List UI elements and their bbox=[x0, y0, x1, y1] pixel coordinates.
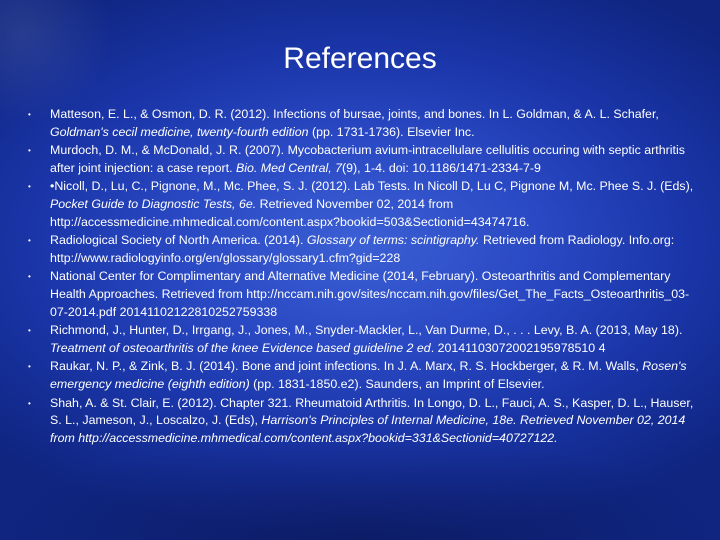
reference-italic-text: Pocket Guide to Diagnostic Tests, 6e. bbox=[50, 196, 257, 211]
reference-item: • Matteson, E. L., & Osmon, D. R. (2012).… bbox=[28, 106, 696, 141]
reference-list: • Matteson, E. L., & Osmon, D. R. (2012).… bbox=[28, 106, 696, 448]
reference-text: National Center for Complimentary and Al… bbox=[50, 269, 690, 319]
reference-item: • •Nicoll, D., Lu, C., Pignone, M., Mc. P… bbox=[28, 178, 696, 231]
reference-text: . 20141103072002195978510 4 bbox=[430, 340, 606, 355]
reference-item: • Murdoch, D. M., & McDonald, J. R. (2007… bbox=[28, 142, 696, 177]
reference-text: Matteson, E. L., & Osmon, D. R. (2012). … bbox=[50, 107, 659, 121]
bullet-marker: • bbox=[28, 146, 31, 156]
bullet-marker: • bbox=[28, 398, 31, 408]
reference-text: Radiological Society of North America. (… bbox=[50, 233, 307, 248]
reference-item: • National Center for Complimentary and A… bbox=[28, 268, 696, 321]
reference-text: (pp. 1731-1736). Elsevier Inc. bbox=[308, 124, 475, 139]
reference-italic-text: Goldman's cecil medicine, twenty-fourth … bbox=[50, 124, 309, 139]
reference-text: Raukar, N. P., & Zink, B. J. (2014). Bon… bbox=[50, 359, 643, 374]
slide-title: References bbox=[283, 42, 437, 75]
reference-text: Richmond, J., Hunter, D., Irrgang, J., J… bbox=[50, 323, 683, 338]
bullet-marker: • bbox=[28, 110, 31, 119]
reference-text: (pp. 1831-1850.e2). Saunders, an Imprint… bbox=[249, 376, 545, 391]
bullet-marker: • bbox=[28, 182, 31, 192]
reference-text: •Nicoll, D., Lu, C., Pignone, M., Mc. Ph… bbox=[50, 179, 694, 194]
reference-italic-text: Treatment of osteoarthritis of the knee … bbox=[50, 340, 431, 355]
reference-item: • Shah, A. & St. Clair, E. (2012). Chapte… bbox=[28, 395, 696, 448]
reference-item: • Richmond, J., Hunter, D., Irrgang, J., … bbox=[28, 322, 696, 357]
reference-item: • Raukar, N. P., & Zink, B. J. (2014). Bo… bbox=[28, 358, 696, 393]
reference-italic-text: Bio. Med Central, 7 bbox=[235, 160, 343, 175]
slide: References • Matteson, E. L., & Osmon, D.… bbox=[0, 0, 720, 540]
bullet-marker: • bbox=[28, 362, 31, 372]
reference-text: (9), 1-4. doi: 10.1186/1471-2334-7-9 bbox=[342, 160, 541, 175]
reference-italic-text: Glossary of terms: scintigraphy. bbox=[306, 233, 480, 248]
bullet-marker: • bbox=[28, 272, 31, 282]
reference-item: • Radiological Society of North America. … bbox=[28, 232, 696, 267]
bullet-marker: • bbox=[28, 236, 31, 246]
bullet-marker: • bbox=[28, 326, 31, 336]
